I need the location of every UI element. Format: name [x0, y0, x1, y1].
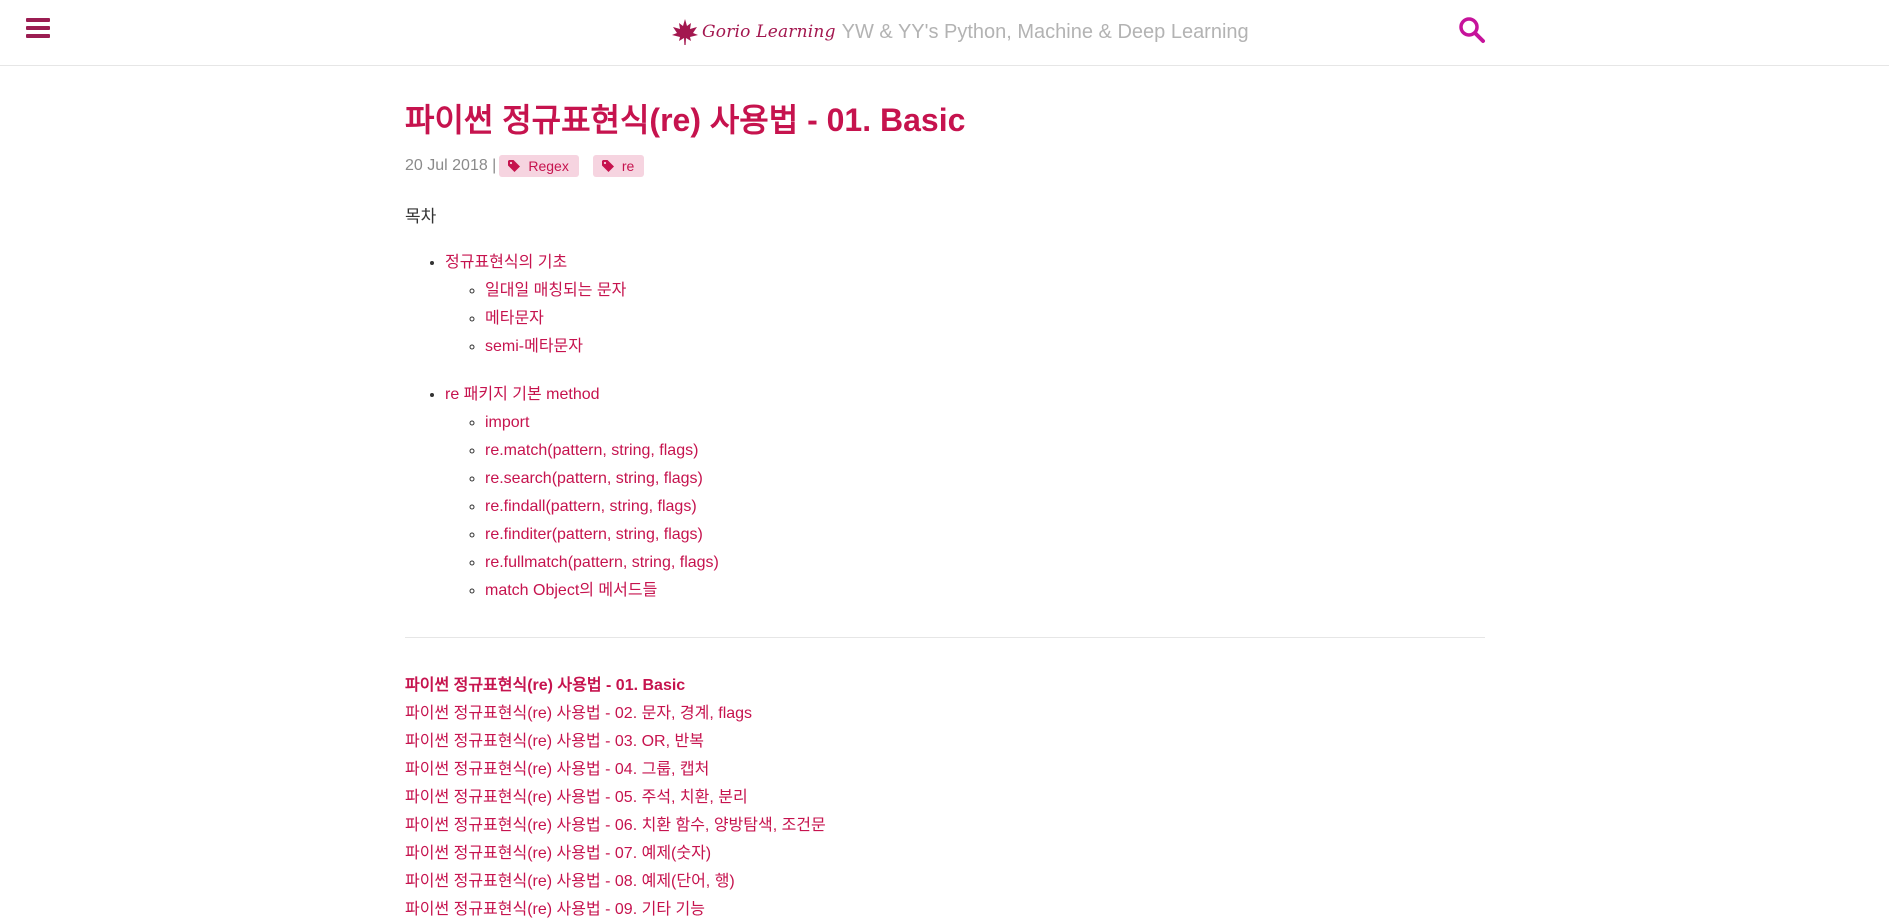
table-of-contents: 정규표현식의 기초 일대일 매칭되는 문자 메타문자 semi-메타문자 re … [405, 249, 1485, 605]
logo-text: Gorio Learning [702, 22, 836, 42]
toc-link-re-methods[interactable]: re 패키지 기본 method [445, 386, 600, 403]
toc-link[interactable]: re.finditer(pattern, string, flags) [485, 526, 703, 543]
site-header: Gorio Learning YW & YY's Python, Machine… [0, 0, 1889, 66]
series-item-current: 파이썬 정규표현식(re) 사용법 - 01. Basic [405, 672, 1485, 700]
toc-section: 정규표현식의 기초 일대일 매칭되는 문자 메타문자 semi-메타문자 [445, 249, 1485, 361]
series-item: 파이썬 정규표현식(re) 사용법 - 04. 그룹, 캡처 [405, 756, 1485, 784]
series-item: 파이썬 정규표현식(re) 사용법 - 09. 기타 기능 [405, 896, 1485, 924]
divider [405, 636, 1485, 638]
series-item: 파이썬 정규표현식(re) 사용법 - 02. 문자, 경계, flags [405, 700, 1485, 728]
toc-item: re.fullmatch(pattern, string, flags) [485, 549, 1485, 577]
search-icon[interactable] [1458, 16, 1486, 44]
tag-regex[interactable]: Regex [499, 154, 579, 177]
toc-link[interactable]: re.findall(pattern, string, flags) [485, 498, 697, 515]
series-link[interactable]: 파이썬 정규표현식(re) 사용법 - 01. Basic [405, 677, 685, 694]
series-link[interactable]: 파이썬 정규표현식(re) 사용법 - 08. 예제(단어, 행) [405, 873, 735, 890]
site-description[interactable]: YW & YY's Python, Machine & Deep Learnin… [842, 21, 1249, 44]
post-title: 파이썬 정규표현식(re) 사용법 - 01. Basic [405, 102, 966, 138]
series-link[interactable]: 파이썬 정규표현식(re) 사용법 - 07. 예제(숫자) [405, 845, 711, 862]
tag-label: re [621, 157, 635, 174]
toc-link[interactable]: 일대일 매칭되는 문자 [485, 282, 626, 299]
series-item: 파이썬 정규표현식(re) 사용법 - 07. 예제(숫자) [405, 840, 1485, 868]
site-brand[interactable]: Gorio Learning YW & YY's Python, Machine… [670, 10, 1249, 54]
toc-link[interactable]: re.match(pattern, string, flags) [485, 442, 698, 459]
tag-icon [508, 159, 521, 172]
tag-icon [601, 159, 614, 172]
toc-link[interactable]: re.fullmatch(pattern, string, flags) [485, 554, 719, 571]
series-item: 파이썬 정규표현식(re) 사용법 - 06. 치환 함수, 양방탐색, 조건문 [405, 812, 1485, 840]
toc-link[interactable]: semi-메타문자 [485, 338, 583, 355]
site-logo[interactable]: Gorio Learning [670, 17, 836, 47]
series-item: 파이썬 정규표현식(re) 사용법 - 03. OR, 반복 [405, 728, 1485, 756]
toc-item: import [485, 409, 1485, 437]
toc-link[interactable]: 메타문자 [485, 310, 544, 327]
series-item: 파이썬 정규표현식(re) 사용법 - 08. 예제(단어, 행) [405, 868, 1485, 896]
post-date: 20 Jul 2018 | [405, 156, 497, 174]
tag-label: Regex [528, 157, 569, 174]
toc-section: re 패키지 기본 method import re.match(pattern… [445, 381, 1485, 605]
series-link[interactable]: 파이썬 정규표현식(re) 사용법 - 02. 문자, 경계, flags [405, 705, 752, 722]
tag-re[interactable]: re [592, 154, 645, 177]
toc-item: re.search(pattern, string, flags) [485, 465, 1485, 493]
hamburger-menu-icon[interactable] [26, 18, 50, 40]
series-list: 파이썬 정규표현식(re) 사용법 - 01. Basic 파이썬 정규표현식(… [405, 672, 1485, 924]
maple-leaf-icon [672, 19, 698, 45]
series-link[interactable]: 파이썬 정규표현식(re) 사용법 - 05. 주석, 치환, 분리 [405, 789, 748, 806]
toc-link[interactable]: import [485, 414, 529, 431]
series-link[interactable]: 파이썬 정규표현식(re) 사용법 - 03. OR, 반복 [405, 733, 704, 750]
series-link[interactable]: 파이썬 정규표현식(re) 사용법 - 04. 그룹, 캡처 [405, 761, 709, 778]
toc-item: re.finditer(pattern, string, flags) [485, 521, 1485, 549]
toc-item: re.match(pattern, string, flags) [485, 437, 1485, 465]
series-item: 파이썬 정규표현식(re) 사용법 - 05. 주석, 치환, 분리 [405, 784, 1485, 812]
toc-item: re.findall(pattern, string, flags) [485, 493, 1485, 521]
toc-link-regex-basics[interactable]: 정규표현식의 기초 [445, 254, 567, 271]
post-content: 파이썬 정규표현식(re) 사용법 - 01. Basic 20 Jul 201… [405, 100, 1485, 924]
toc-link[interactable]: re.search(pattern, string, flags) [485, 470, 703, 487]
toc-item: match Object의 메서드들 [485, 577, 1485, 605]
toc-item: 일대일 매칭되는 문자 [485, 277, 1485, 305]
toc-item: 메타문자 [485, 305, 1485, 333]
series-link[interactable]: 파이썬 정규표현식(re) 사용법 - 09. 기타 기능 [405, 901, 705, 918]
series-link[interactable]: 파이썬 정규표현식(re) 사용법 - 06. 치환 함수, 양방탐색, 조건문 [405, 817, 826, 834]
toc-item: semi-메타문자 [485, 333, 1485, 361]
toc-heading: 목차 [405, 206, 437, 226]
toc-link[interactable]: match Object의 메서드들 [485, 582, 657, 599]
post-meta: 20 Jul 2018 | Regex re [405, 154, 1485, 178]
